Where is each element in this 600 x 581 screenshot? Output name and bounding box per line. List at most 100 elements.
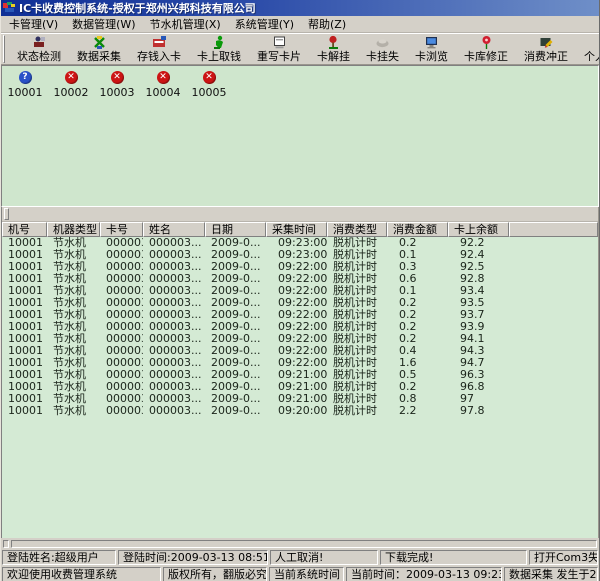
table-cell: 脱机计时: [327, 249, 387, 261]
table-cell: 节水机: [47, 369, 100, 381]
table-cell: 0.2: [387, 309, 448, 321]
toolbar-button-9[interactable]: 卡库修正: [456, 34, 516, 64]
table-cell: 000003...: [143, 249, 205, 261]
table-cell: 0.2: [387, 237, 448, 249]
table-row[interactable]: 10001节水机000003000003...2009-0...09:23:00…: [2, 237, 598, 249]
table-cell: 000003...: [143, 273, 205, 285]
table-row[interactable]: 10001节水机000003000003...2009-0...09:22:00…: [2, 333, 598, 345]
table-strip-handle[interactable]: [4, 208, 9, 220]
toolbar-button-label: 卡库修正: [464, 50, 508, 63]
table-cell: 92.5: [448, 261, 509, 273]
machine-item-10004[interactable]: ✕10004: [140, 71, 186, 99]
column-header-5[interactable]: 日期: [205, 222, 266, 237]
table-cell: 09:22:00: [266, 273, 327, 285]
menu-bar: 卡管理(V)数据管理(W)节水机管理(X)系统管理(Y)帮助(Z): [1, 16, 599, 33]
table-header-row: 机号机器类型卡号姓名日期采集时间消费类型消费金额卡上余额: [2, 222, 598, 237]
table-cell: 10001: [2, 357, 47, 369]
table-cell: 93.4: [448, 285, 509, 297]
toolbar-button-5[interactable]: 重写卡片: [249, 34, 309, 64]
toolbar-button-label: 状态检测: [17, 50, 61, 63]
menu-item-4[interactable]: 系统管理(Y): [228, 15, 301, 33]
table-cell: 0.1: [387, 249, 448, 261]
toolbar-button-2[interactable]: 数据采集: [69, 34, 129, 64]
table-cell: 2009-0...: [205, 297, 266, 309]
status-panel-row2-1: 欢迎使用收费管理系统: [2, 567, 161, 581]
table-cell: 0.3: [387, 261, 448, 273]
column-header-4[interactable]: 姓名: [143, 222, 205, 237]
table-row[interactable]: 10001节水机000003000003...2009-0...09:22:00…: [2, 273, 598, 285]
toolbar-button-8[interactable]: 卡浏览: [407, 34, 456, 64]
table-body: 10001节水机000003000003...2009-0...09:23:00…: [2, 237, 598, 417]
toolbar-button-6[interactable]: 卡解挂: [309, 34, 358, 64]
table-row[interactable]: 10001节水机000003000003...2009-0...09:22:00…: [2, 261, 598, 273]
table-row[interactable]: 10001节水机000003000003...2009-0...09:22:00…: [2, 285, 598, 297]
table-cell: 000003: [100, 237, 143, 249]
table-cell: 10001: [2, 309, 47, 321]
menu-item-3[interactable]: 节水机管理(X): [143, 15, 228, 33]
toolbar-button-label: 消费冲正: [524, 50, 568, 63]
status-panel-row1-2: 登陆时间:2009-03-13 08:51:56: [118, 550, 268, 565]
table-cell: 09:22:00: [266, 285, 327, 297]
toolbar: 状态检测 数据采集存钱入卡卡上取钱重写卡片卡解挂卡挂失卡浏览卡库修正 消费冲正个人帐…: [1, 33, 599, 65]
column-header-1[interactable]: 机号: [2, 222, 47, 237]
toolbar-button-10[interactable]: 消费冲正: [516, 34, 576, 64]
table-cell: 93.9: [448, 321, 509, 333]
table-cell: 10001: [2, 393, 47, 405]
menu-item-2[interactable]: 数据管理(W): [65, 15, 142, 33]
menu-item-1[interactable]: 卡管理(V): [2, 15, 65, 33]
status-panel-row2-5: 数据采集 发生于2009: [504, 567, 598, 581]
toolbar-button-3[interactable]: 存钱入卡: [129, 34, 189, 64]
table-cell: 000003: [100, 249, 143, 261]
machine-item-10002[interactable]: ✕10002: [48, 71, 94, 99]
table-cell: 节水机: [47, 273, 100, 285]
table-cell: 000003...: [143, 345, 205, 357]
table-row[interactable]: 10001节水机000003000003...2009-0...09:22:00…: [2, 297, 598, 309]
table-cell: 10001: [2, 321, 47, 333]
column-header-6[interactable]: 采集时间: [266, 222, 327, 237]
column-header-7[interactable]: 消费类型: [327, 222, 387, 237]
table-cell: 0.2: [387, 333, 448, 345]
table-cell: 0.1: [387, 285, 448, 297]
table-row[interactable]: 10001节水机000003000003...2009-0...09:20:00…: [2, 405, 598, 417]
table-cell: 0.4: [387, 345, 448, 357]
table-cell: 0.5: [387, 369, 448, 381]
table-cell: 96.8: [448, 381, 509, 393]
table-cell: 93.5: [448, 297, 509, 309]
column-header-8[interactable]: 消费金额: [387, 222, 448, 237]
table-row[interactable]: 10001节水机000003000003...2009-0...09:22:00…: [2, 357, 598, 369]
table-row[interactable]: 10001节水机000003000003...2009-0...09:21:00…: [2, 369, 598, 381]
machine-id-label: 10002: [54, 86, 89, 99]
toolbar-drag-handle[interactable]: [3, 35, 5, 63]
toolbar-button-4[interactable]: 卡上取钱: [189, 34, 249, 64]
table-row[interactable]: 10001节水机000003000003...2009-0...09:21:00…: [2, 393, 598, 405]
table-row[interactable]: 10001节水机000003000003...2009-0...09:22:00…: [2, 345, 598, 357]
table-cell: 10001: [2, 333, 47, 345]
menu-item-5[interactable]: 帮助(Z): [301, 15, 353, 33]
toolbar-button-1[interactable]: 状态检测: [9, 34, 69, 64]
table-row[interactable]: 10001节水机000003000003...2009-0...09:22:00…: [2, 321, 598, 333]
app-window: IC卡收费控制系统-授权于郑州兴邦科技有限公司 卡管理(V)数据管理(W)节水机…: [0, 0, 600, 581]
table-cell: 000003...: [143, 381, 205, 393]
table-row[interactable]: 10001节水机000003000003...2009-0...09:21:00…: [2, 381, 598, 393]
table-cell: 09:21:00: [266, 381, 327, 393]
table-cell: 000003: [100, 297, 143, 309]
table-cell: 09:22:00: [266, 333, 327, 345]
table-cell: 0.6: [387, 273, 448, 285]
toolbar-button-11[interactable]: 个人帐户明细: [576, 34, 600, 64]
status-panel-row1-4: 下载完成!: [380, 550, 527, 565]
toolbar-button-7[interactable]: 卡挂失: [358, 34, 407, 64]
table-row[interactable]: 10001节水机000003000003...2009-0...09:22:00…: [2, 309, 598, 321]
machine-item-10005[interactable]: ✕10005: [186, 71, 232, 99]
machine-item-10003[interactable]: ✕10003: [94, 71, 140, 99]
toolbar-button-label: 数据采集: [77, 50, 121, 63]
column-header-3[interactable]: 卡号: [100, 222, 143, 237]
table-cell: 脱机计时: [327, 357, 387, 369]
table-row[interactable]: 10001节水机000003000003...2009-0...09:23:00…: [2, 249, 598, 261]
column-header-2[interactable]: 机器类型: [47, 222, 100, 237]
table-cell: 脱机计时: [327, 285, 387, 297]
column-header-9[interactable]: 卡上余额: [448, 222, 509, 237]
machine-item-10001[interactable]: ?10001: [2, 71, 48, 99]
table-cell: 节水机: [47, 297, 100, 309]
table-cell: 2009-0...: [205, 393, 266, 405]
table-cell: 000003...: [143, 357, 205, 369]
